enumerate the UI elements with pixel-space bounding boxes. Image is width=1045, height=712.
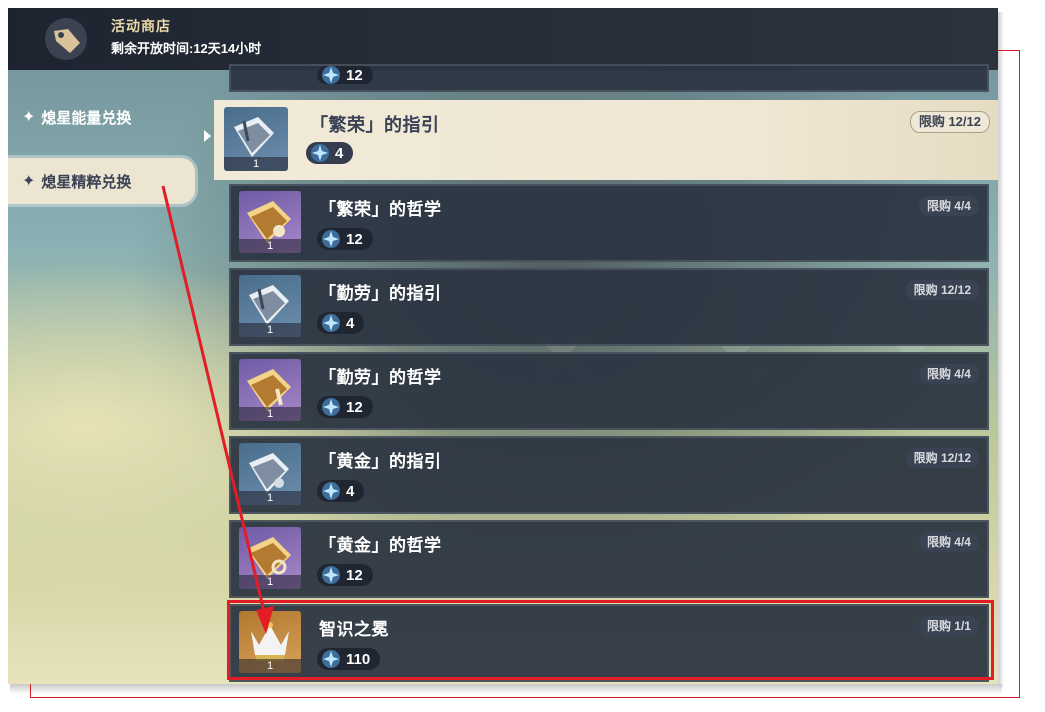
game-screen: ✕ ✕ ✕ 活动商店 剩余开放时间:12天14小时 ✦ 熄星能量兑换 ✦ 熄星精… [8, 8, 998, 684]
annotation-arrow-icon [161, 185, 274, 634]
